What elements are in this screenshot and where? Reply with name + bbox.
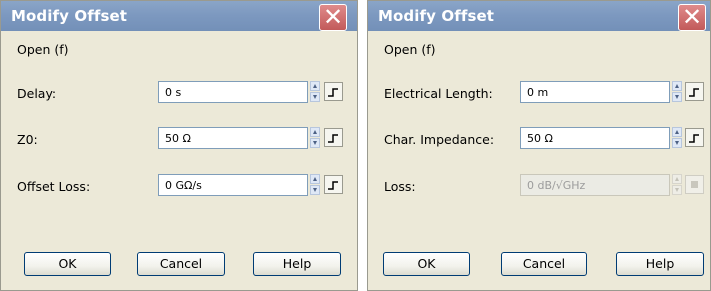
delay-input[interactable] xyxy=(159,82,307,102)
step-icon xyxy=(689,88,699,97)
loss-spinner xyxy=(672,174,682,196)
help-button[interactable]: Help xyxy=(253,252,341,276)
offset-loss-field[interactable] xyxy=(158,174,308,196)
char-impedance-step-button[interactable] xyxy=(685,128,704,147)
char-impedance-field[interactable] xyxy=(520,127,670,149)
electrical-length-field[interactable] xyxy=(520,81,670,103)
spin-down-icon[interactable] xyxy=(310,138,320,148)
offset-loss-spinner[interactable] xyxy=(310,174,320,196)
delay-spinner[interactable] xyxy=(310,81,320,103)
spin-down-icon[interactable] xyxy=(672,138,682,148)
spin-down-icon[interactable] xyxy=(310,92,320,102)
step-icon xyxy=(691,181,698,188)
title-bar[interactable]: Modify Offset ✕ xyxy=(368,1,710,31)
step-icon xyxy=(328,181,338,190)
offset-loss-input[interactable] xyxy=(159,175,307,195)
char-impedance-label: Char. Impedance: xyxy=(384,132,495,147)
z0-spinner[interactable] xyxy=(310,127,320,149)
close-icon: ✕ xyxy=(681,3,703,31)
step-icon xyxy=(328,134,338,143)
z0-input[interactable] xyxy=(159,128,307,148)
electrical-length-step-button[interactable] xyxy=(685,82,704,101)
cancel-button[interactable]: Cancel xyxy=(501,252,587,276)
ok-button[interactable]: OK xyxy=(24,252,111,276)
help-button[interactable]: Help xyxy=(616,252,704,276)
delay-label: Delay: xyxy=(17,86,57,101)
dialog-title: Modify Offset xyxy=(11,7,128,25)
delay-field[interactable] xyxy=(158,81,308,103)
close-button[interactable]: ✕ xyxy=(678,4,706,31)
section-label: Open (f) xyxy=(384,42,436,57)
cancel-button[interactable]: Cancel xyxy=(137,252,225,276)
char-impedance-input[interactable] xyxy=(521,128,669,148)
z0-step-button[interactable] xyxy=(324,128,343,147)
loss-label: Loss: xyxy=(384,179,416,194)
electrical-length-spinner[interactable] xyxy=(672,81,682,103)
title-bar[interactable]: Modify Offset ✕ xyxy=(1,1,357,31)
spin-down-icon xyxy=(672,185,682,195)
offset-loss-step-button[interactable] xyxy=(324,175,343,194)
spin-up-icon[interactable] xyxy=(310,127,320,137)
electrical-length-label: Electrical Length: xyxy=(384,86,493,101)
loss-input xyxy=(521,175,669,195)
char-impedance-spinner[interactable] xyxy=(672,127,682,149)
close-button[interactable]: ✕ xyxy=(319,4,347,31)
spin-down-icon[interactable] xyxy=(672,92,682,102)
spin-up-icon[interactable] xyxy=(310,81,320,91)
electrical-length-input[interactable] xyxy=(521,82,669,102)
loss-step-button xyxy=(685,175,704,194)
modify-offset-dialog: Modify Offset ✕ Open (f) Electrical Leng… xyxy=(367,0,711,291)
offset-loss-label: Offset Loss: xyxy=(17,179,91,194)
ok-button[interactable]: OK xyxy=(383,252,470,276)
dialog-title: Modify Offset xyxy=(378,7,495,25)
spin-up-icon[interactable] xyxy=(310,174,320,184)
spin-up-icon[interactable] xyxy=(672,81,682,91)
modify-offset-dialog: Modify Offset ✕ Open (f) Delay: Z0: Offs… xyxy=(0,0,358,291)
z0-label: Z0: xyxy=(17,132,38,147)
step-icon xyxy=(689,134,699,143)
spin-up-icon xyxy=(672,174,682,184)
step-icon xyxy=(328,88,338,97)
spin-down-icon[interactable] xyxy=(310,185,320,195)
delay-step-button[interactable] xyxy=(324,82,343,101)
spin-up-icon[interactable] xyxy=(672,127,682,137)
loss-field xyxy=(520,174,670,196)
close-icon: ✕ xyxy=(322,3,344,31)
section-label: Open (f) xyxy=(17,42,69,57)
z0-field[interactable] xyxy=(158,127,308,149)
